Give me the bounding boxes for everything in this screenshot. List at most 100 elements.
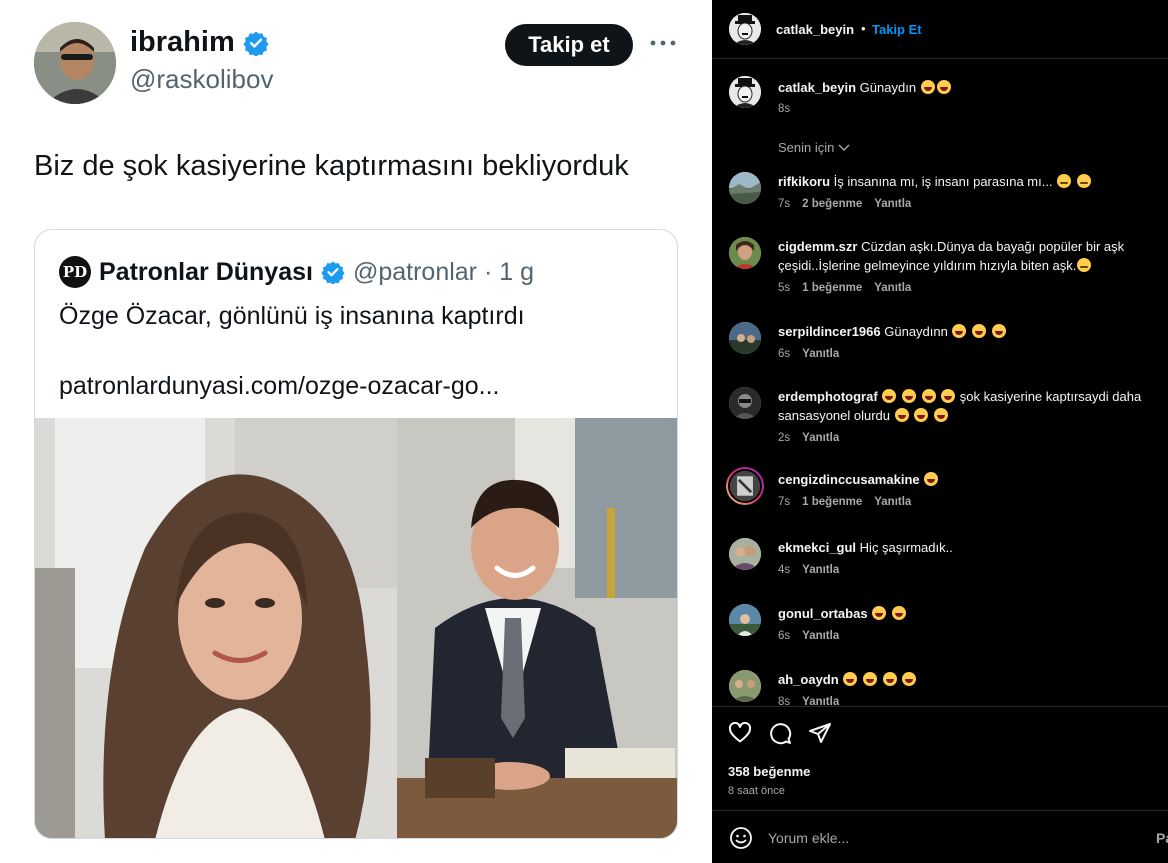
- commenter-avatar[interactable]: [729, 172, 761, 204]
- header-username[interactable]: catlak_beyin: [776, 22, 854, 37]
- tweet-text: Biz de şok kasiyerine kaptırmasını bekli…: [34, 150, 629, 182]
- comment-icon[interactable]: [768, 721, 792, 745]
- comment-time[interactable]: 4s: [778, 564, 790, 576]
- author-avatar[interactable]: [34, 22, 116, 104]
- laughing-emoji-icon: [843, 672, 858, 686]
- quoted-link[interactable]: patronlardunyasi.com/ozge-ozacar-go...: [59, 372, 500, 401]
- comment-meta: 4s Yanıtla: [778, 564, 839, 576]
- comment-time[interactable]: 6s: [778, 630, 790, 642]
- comment-username[interactable]: erdemphotograf: [778, 389, 878, 404]
- reply-button[interactable]: Yanıtla: [802, 564, 839, 576]
- laughing-emoji-icon: [991, 324, 1006, 338]
- reply-button[interactable]: Yanıtla: [802, 348, 839, 360]
- comment-body: erdemphotograf şok kasiyerine kaptırsayd…: [778, 387, 1166, 425]
- header-avatar[interactable]: [729, 13, 761, 45]
- verified-badge-icon: [321, 261, 345, 284]
- comment-username[interactable]: cengizdinccusamakine: [778, 472, 920, 487]
- more-options-icon[interactable]: [650, 30, 676, 56]
- comment-filter-label[interactable]: Senin için: [778, 140, 834, 155]
- comment-text-line2: sansasyonel olurdu: [778, 408, 891, 423]
- reply-button[interactable]: Yanıtla: [874, 496, 911, 508]
- instagram-panel: catlak_beyin • Takip Et catlak_beyin Gün…: [712, 0, 1168, 863]
- follow-button[interactable]: Takip et: [505, 24, 633, 66]
- laughing-emoji-icon: [891, 606, 906, 620]
- commenter-avatar-story[interactable]: [726, 467, 764, 505]
- comment-meta: 7s 2 beğenme Yanıtla: [778, 198, 911, 210]
- laughing-emoji-icon: [901, 389, 916, 403]
- post-time[interactable]: 8 saat önce: [728, 785, 785, 797]
- comment-username[interactable]: gonul_ortabas: [778, 606, 868, 621]
- likes-count[interactable]: 358 beğenme: [728, 764, 810, 779]
- author-name[interactable]: ibrahim: [130, 26, 235, 59]
- share-icon[interactable]: [808, 721, 832, 745]
- comment-body: rifkikoru İş insanına mı, iş insanı para…: [778, 172, 1166, 191]
- comment-time[interactable]: 5s: [778, 282, 790, 294]
- caption-username[interactable]: catlak_beyin: [778, 80, 856, 95]
- add-comment-bar: Yorum ekle... Paylaş: [712, 810, 1168, 863]
- laughing-emoji-icon: [936, 80, 951, 94]
- comment-username[interactable]: serpildincer1966: [778, 324, 881, 339]
- comment-likes[interactable]: 1 beğenme: [802, 282, 862, 294]
- comment-username[interactable]: rifkikoru: [778, 174, 830, 189]
- quoted-author-logo[interactable]: PD: [59, 256, 91, 288]
- post-actions: 358 beğenme 8 saat önce: [712, 706, 1168, 810]
- caption-time[interactable]: 8s: [778, 103, 790, 115]
- comment-input[interactable]: Yorum ekle...: [768, 830, 849, 846]
- laughing-emoji-icon: [920, 80, 935, 94]
- commenter-avatar[interactable]: [729, 670, 761, 702]
- laughing-emoji-icon: [882, 389, 897, 403]
- comment-body: ekmekci_gul Hiç şaşırmadık..: [778, 538, 1166, 557]
- comment-text: şok kasiyerine kaptırsaydi daha: [959, 389, 1142, 404]
- post-comment-button[interactable]: Paylaş: [1156, 830, 1168, 846]
- comment-filter[interactable]: Senin için: [778, 140, 850, 155]
- quoted-author-name[interactable]: Patronlar Dünyası: [99, 258, 313, 287]
- emoji-picker-icon[interactable]: [729, 826, 753, 850]
- comment-item: ah_oaydn 8s Yanıtla: [712, 670, 1168, 706]
- comment-meta: 7s 1 beğenme Yanıtla: [778, 496, 911, 508]
- commenter-avatar[interactable]: [729, 604, 761, 636]
- laughing-emoji-icon: [941, 389, 956, 403]
- comment-likes[interactable]: 2 beğenme: [802, 198, 862, 210]
- reply-button[interactable]: Yanıtla: [874, 198, 911, 210]
- commenter-avatar[interactable]: [729, 237, 761, 269]
- reply-button[interactable]: Yanıtla: [802, 630, 839, 642]
- chevron-down-icon: [838, 144, 850, 151]
- commenter-avatar[interactable]: [729, 322, 761, 354]
- post-header: catlak_beyin • Takip Et: [712, 0, 1168, 59]
- heart-icon[interactable]: [728, 721, 752, 745]
- reply-button[interactable]: Yanıtla: [802, 696, 839, 706]
- caption-meta: 8s: [778, 103, 790, 115]
- laughing-emoji-icon: [921, 389, 936, 403]
- comment-text: Hiç şaşırmadık..: [859, 540, 953, 555]
- comment-meta: 8s Yanıtla: [778, 696, 839, 706]
- comment-username[interactable]: ah_oaydn: [778, 672, 839, 687]
- comment-time[interactable]: 7s: [778, 198, 790, 210]
- author-name-row[interactable]: ibrahim: [130, 26, 269, 59]
- quoted-tweet-text: Özge Özacar, gönlünü iş insanına kaptırd…: [59, 302, 525, 330]
- comment-username[interactable]: ekmekci_gul: [778, 540, 856, 555]
- reply-button[interactable]: Yanıtla: [802, 432, 839, 444]
- comment-meta: 6s Yanıtla: [778, 630, 839, 642]
- follow-link[interactable]: Takip Et: [872, 22, 922, 37]
- comment-time[interactable]: 7s: [778, 496, 790, 508]
- commenter-avatar[interactable]: [729, 538, 761, 570]
- comment-time[interactable]: 6s: [778, 348, 790, 360]
- flushed-emoji-icon: [1077, 258, 1092, 272]
- laughing-emoji-icon: [862, 672, 877, 686]
- comment-username[interactable]: cigdemm.szr: [778, 239, 857, 254]
- commenter-avatar[interactable]: [729, 387, 761, 419]
- comment-time[interactable]: 8s: [778, 696, 790, 706]
- news-photo[interactable]: [35, 418, 678, 839]
- author-handle[interactable]: @raskolibov: [130, 64, 273, 95]
- caption-avatar[interactable]: [729, 76, 761, 108]
- comment-likes[interactable]: 1 beğenme: [802, 496, 862, 508]
- comment-text: İş insanına mı, iş insanı parasına mı...: [833, 174, 1053, 189]
- quoted-tweet[interactable]: PD Patronlar Dünyası @patronlar · 1 g Öz…: [34, 229, 678, 839]
- reply-button[interactable]: Yanıtla: [874, 282, 911, 294]
- comment-body: gonul_ortabas: [778, 604, 1166, 623]
- comment-body: cigdemm.szr Cüzdan aşkı.Dünya da bayağı …: [778, 237, 1166, 275]
- flushed-emoji-icon: [1057, 174, 1072, 188]
- comment-time[interactable]: 2s: [778, 432, 790, 444]
- laughing-emoji-icon: [902, 672, 917, 686]
- quoted-handle-time[interactable]: @patronlar · 1 g: [353, 258, 534, 287]
